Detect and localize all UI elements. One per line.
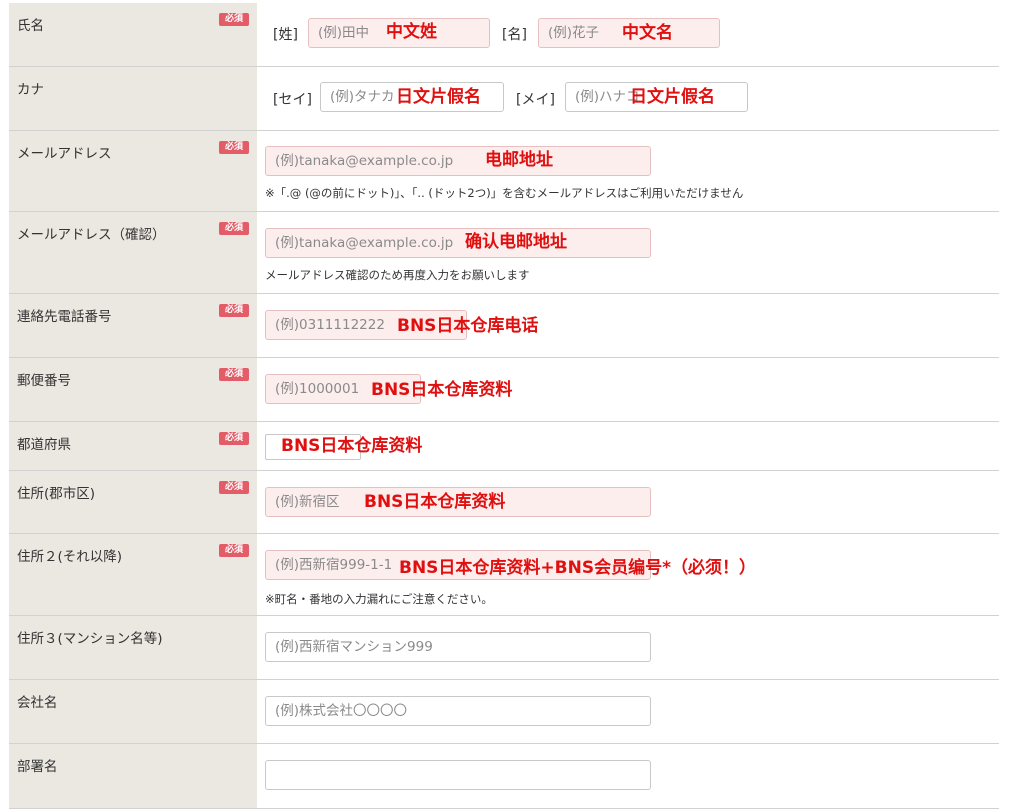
label-cell: 都道府県 必須 bbox=[9, 422, 257, 470]
field-label-address2: 住所２(それ以降) bbox=[17, 549, 123, 565]
field-content: (例)新宿区 BNS日本仓库资料 bbox=[257, 471, 999, 533]
overlay-annotation: BNS日本仓库资料 bbox=[371, 380, 513, 400]
overlay-annotation: 确认电邮地址 bbox=[465, 232, 567, 252]
field-content: (例)tanaka@example.co.jp 确认电邮地址 メールアドレス確認… bbox=[257, 212, 999, 293]
row-email-confirm: メールアドレス（確認） 必須 (例)tanaka@example.co.jp 确… bbox=[9, 212, 999, 294]
field-label-phone: 連絡先電話番号 bbox=[17, 309, 112, 325]
label-cell: カナ bbox=[9, 67, 257, 130]
placeholder: (例)tanaka@example.co.jp bbox=[275, 153, 454, 169]
field-label-name: 氏名 bbox=[17, 18, 44, 34]
row-company: 会社名 (例)株式会社〇〇〇〇 bbox=[9, 680, 999, 744]
row-postal: 郵便番号 必須 (例)1000001 BNS日本仓库资料 bbox=[9, 358, 999, 422]
placeholder: (例)0311112222 bbox=[275, 317, 385, 333]
field-content: (例)tanaka@example.co.jp 电邮地址 ※「.@ (@の前にド… bbox=[257, 131, 999, 211]
placeholder: (例)1000001 bbox=[275, 381, 360, 397]
placeholder: (例)花子 bbox=[548, 25, 600, 41]
placeholder: (例)新宿区 bbox=[275, 494, 340, 510]
field-label-postal: 郵便番号 bbox=[17, 373, 71, 389]
field-label-department: 部署名 bbox=[17, 759, 58, 775]
row-address3: 住所３(マンション名等) (例)西新宿マンション999 bbox=[9, 616, 999, 680]
placeholder: (例)tanaka@example.co.jp bbox=[275, 235, 454, 251]
row-address2: 住所２(それ以降) 必須 (例)西新宿999-1-1 BNS日本仓库资料+BNS… bbox=[9, 534, 999, 616]
field-content: (例)西新宿マンション999 bbox=[257, 616, 999, 679]
label-cell: 住所２(それ以降) 必須 bbox=[9, 534, 257, 615]
email-confirm-note: メールアドレス確認のため再度入力をお願いします bbox=[265, 268, 530, 282]
required-badge: 必須 bbox=[219, 544, 249, 557]
placeholder: (例)田中 bbox=[318, 25, 370, 41]
label-cell: 住所３(マンション名等) bbox=[9, 616, 257, 679]
bracket-sei-kana: [セイ] bbox=[273, 92, 312, 108]
row-phone: 連絡先電話番号 必須 (例)0311112222 BNS日本仓库电话 bbox=[9, 294, 999, 358]
field-content: (例)西新宿999-1-1 BNS日本仓库资料+BNS会员编号*（必须！） ※町… bbox=[257, 534, 999, 615]
label-cell: 部署名 bbox=[9, 744, 257, 808]
label-cell: 住所(郡市区) 必須 bbox=[9, 471, 257, 533]
field-content bbox=[257, 744, 999, 808]
company-input[interactable]: (例)株式会社〇〇〇〇 bbox=[265, 696, 651, 726]
required-badge: 必須 bbox=[219, 13, 249, 26]
bracket-mei-kana: [メイ] bbox=[516, 92, 555, 108]
field-label-address3: 住所３(マンション名等) bbox=[17, 631, 163, 647]
placeholder: (例)株式会社〇〇〇〇 bbox=[275, 703, 408, 719]
department-input[interactable] bbox=[265, 760, 651, 790]
address2-note: ※町名・番地の入力漏れにご注意ください。 bbox=[265, 592, 493, 606]
label-cell: メールアドレス（確認） 必須 bbox=[9, 212, 257, 293]
field-label-kana: カナ bbox=[17, 82, 44, 98]
row-address1: 住所(郡市区) 必須 (例)新宿区 BNS日本仓库资料 bbox=[9, 471, 999, 534]
overlay-annotation: 电邮地址 bbox=[485, 150, 553, 170]
email-note: ※「.@ (@の前にドット)」、「.. (ドット2つ)」を含むメールアドレスはご… bbox=[265, 186, 744, 200]
field-label-address1: 住所(郡市区) bbox=[17, 486, 96, 502]
field-content: (例)0311112222 BNS日本仓库电话 bbox=[257, 294, 999, 357]
label-cell: 氏名 必須 bbox=[9, 3, 257, 66]
overlay-annotation: BNS日本仓库资料 bbox=[281, 436, 423, 456]
placeholder: (例)西新宿マンション999 bbox=[275, 639, 433, 655]
field-content: [セイ] (例)タナカ 日文片假名 [メイ] (例)ハナコ 日文片假名 bbox=[257, 67, 999, 130]
row-email: メールアドレス 必須 (例)tanaka@example.co.jp 电邮地址 … bbox=[9, 131, 999, 212]
row-kana: カナ [セイ] (例)タナカ 日文片假名 [メイ] (例)ハナコ 日文片假名 bbox=[9, 67, 999, 131]
bracket-sei: [姓] bbox=[273, 27, 298, 43]
required-badge: 必須 bbox=[219, 141, 249, 154]
required-badge: 必須 bbox=[219, 222, 249, 235]
overlay-annotation: 中文姓 bbox=[386, 22, 437, 42]
row-prefecture: 都道府県 必須 BNS日本仓库资料 bbox=[9, 422, 999, 471]
required-badge: 必須 bbox=[219, 432, 249, 445]
overlay-annotation: BNS日本仓库资料 bbox=[364, 492, 506, 512]
overlay-annotation: 日文片假名 bbox=[630, 87, 715, 107]
placeholder: (例)西新宿999-1-1 bbox=[275, 557, 393, 573]
email-confirm-input[interactable]: (例)tanaka@example.co.jp bbox=[265, 228, 651, 258]
label-cell: メールアドレス 必須 bbox=[9, 131, 257, 211]
address3-input[interactable]: (例)西新宿マンション999 bbox=[265, 632, 651, 662]
overlay-annotation: BNS日本仓库电话 bbox=[397, 316, 539, 336]
overlay-annotation: 中文名 bbox=[622, 23, 673, 43]
required-badge: 必須 bbox=[219, 304, 249, 317]
field-label-email-confirm: メールアドレス（確認） bbox=[17, 227, 166, 243]
field-label-email: メールアドレス bbox=[17, 146, 112, 162]
field-content: (例)株式会社〇〇〇〇 bbox=[257, 680, 999, 743]
email-input[interactable]: (例)tanaka@example.co.jp bbox=[265, 146, 651, 176]
placeholder: (例)タナカ bbox=[330, 89, 395, 105]
overlay-annotation: 日文片假名 bbox=[396, 87, 481, 107]
label-cell: 郵便番号 必須 bbox=[9, 358, 257, 421]
label-cell: 会社名 bbox=[9, 680, 257, 743]
field-content: (例)1000001 BNS日本仓库资料 bbox=[257, 358, 999, 421]
row-department: 部署名 bbox=[9, 744, 999, 809]
overlay-annotation: BNS日本仓库资料+BNS会员编号*（必须！） bbox=[399, 558, 756, 578]
field-label-prefecture: 都道府県 bbox=[17, 437, 71, 453]
row-name: 氏名 必須 [姓] (例)田中 中文姓 [名] (例)花子 中文名 bbox=[9, 3, 999, 67]
label-cell: 連絡先電話番号 必須 bbox=[9, 294, 257, 357]
field-content: [姓] (例)田中 中文姓 [名] (例)花子 中文名 bbox=[257, 3, 999, 66]
required-badge: 必須 bbox=[219, 481, 249, 494]
field-label-company: 会社名 bbox=[17, 695, 58, 711]
field-content: BNS日本仓库资料 bbox=[257, 422, 999, 470]
bracket-mei: [名] bbox=[502, 27, 527, 43]
required-badge: 必須 bbox=[219, 368, 249, 381]
